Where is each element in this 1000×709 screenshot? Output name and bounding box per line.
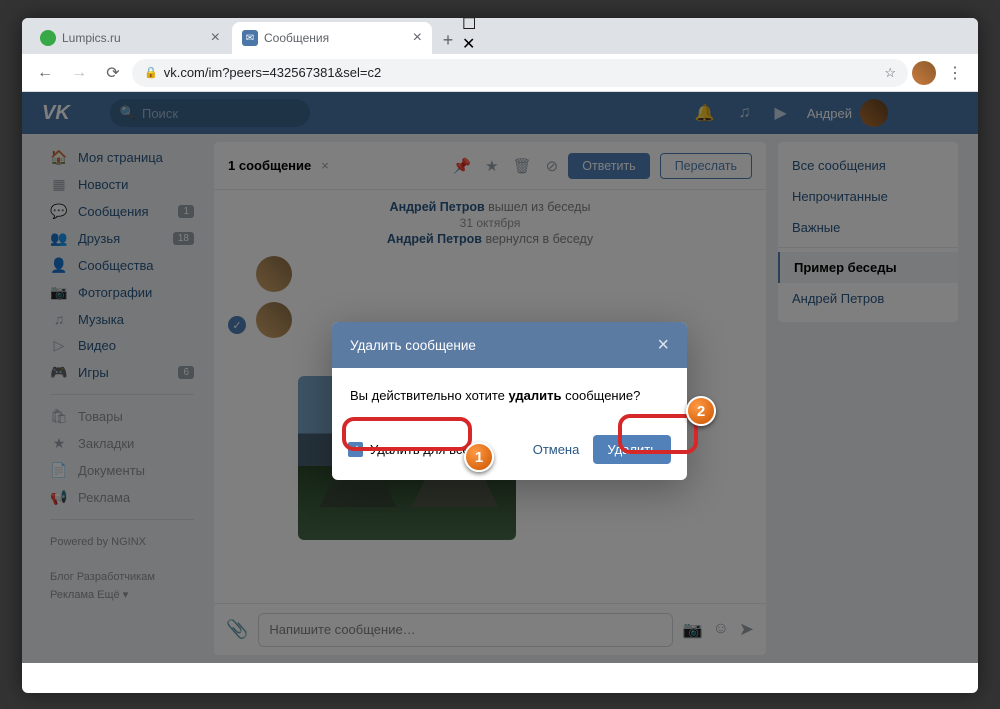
close-icon[interactable]: × — [211, 29, 220, 47]
star-icon[interactable]: ☆ — [884, 65, 896, 81]
maximize-button[interactable]: ☐ — [462, 18, 478, 34]
delete-modal: Удалить сообщение × Вы действительно хот… — [332, 322, 687, 480]
tab-label: Lumpics.ru — [62, 31, 121, 45]
profile-avatar[interactable] — [912, 61, 936, 85]
close-icon[interactable]: × — [413, 29, 422, 47]
checkbox-icon: ✓ — [348, 442, 363, 457]
tab-label: Сообщения — [264, 31, 329, 45]
close-icon[interactable]: × — [657, 334, 669, 357]
annotation-number-2: 2 — [686, 396, 716, 426]
checkbox-label: Удалить для всех — [370, 442, 476, 457]
browser-window: Lumpics.ru × ✉ Сообщения × + — ☐ ✕ ← → ⟳… — [22, 18, 978, 693]
tab-lumpics[interactable]: Lumpics.ru × — [30, 22, 230, 54]
menu-button[interactable]: ⋮ — [940, 58, 970, 88]
new-tab-button[interactable]: + — [434, 26, 462, 54]
lock-icon: 🔒 — [144, 66, 158, 79]
forward-button[interactable]: → — [64, 58, 94, 88]
back-button[interactable]: ← — [30, 58, 60, 88]
modal-footer: ✓ Удалить для всех Отмена Удалить — [332, 423, 687, 480]
reload-button[interactable]: ⟳ — [98, 58, 128, 88]
delete-for-all-checkbox[interactable]: ✓ Удалить для всех — [348, 442, 476, 457]
modal-body: Вы действительно хотите удалить сообщени… — [332, 368, 687, 423]
tabstrip: Lumpics.ru × ✉ Сообщения × + — ☐ ✕ — [22, 18, 978, 54]
cancel-button[interactable]: Отмена — [533, 442, 580, 457]
modal-title: Удалить сообщение — [350, 338, 476, 353]
delete-button[interactable]: Удалить — [593, 435, 671, 464]
modal-header: Удалить сообщение × — [332, 322, 687, 368]
address-bar[interactable]: 🔒 vk.com/im?peers=432567381&sel=c2 ☆ — [132, 59, 908, 87]
urlbar: ← → ⟳ 🔒 vk.com/im?peers=432567381&sel=c2… — [22, 54, 978, 92]
annotation-number-1: 1 — [464, 442, 494, 472]
url-text: vk.com/im?peers=432567381&sel=c2 — [164, 65, 382, 80]
favicon-vk: ✉ — [242, 30, 258, 46]
window-close-button[interactable]: ✕ — [462, 34, 478, 54]
favicon-lumpics — [40, 30, 56, 46]
tab-messages[interactable]: ✉ Сообщения × — [232, 22, 432, 54]
page: VK 🔍 Поиск 🔔 ♫ ▶ Андрей 🏠Моя страница ▦Н… — [22, 92, 978, 663]
